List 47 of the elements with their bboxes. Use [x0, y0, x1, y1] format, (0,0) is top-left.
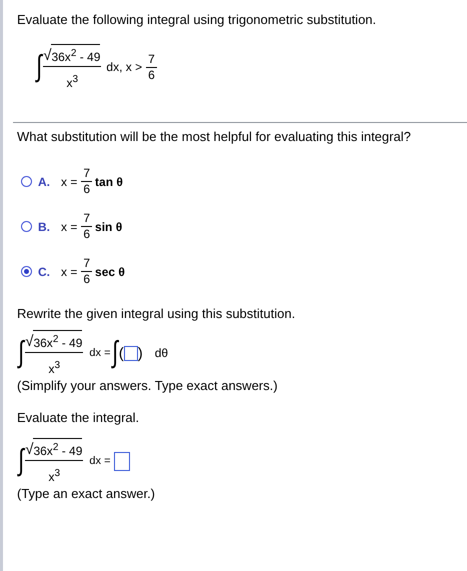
option-lhs: x = [61, 174, 78, 188]
option-lhs: x = [61, 264, 78, 278]
radical-sign: √ [25, 442, 34, 458]
denominator: 6 [83, 227, 90, 241]
radio-button[interactable] [21, 176, 32, 187]
numerator: 7 [81, 167, 92, 182]
numerator: 7 [146, 52, 157, 68]
radicand: 36x$^{2}$ - 49 [33, 438, 82, 458]
prompt-text: Rewrite the given integral using this substitution. [17, 306, 296, 322]
option-function: tan θ [95, 174, 123, 188]
radio-button[interactable] [21, 221, 32, 232]
answer-box[interactable] [114, 452, 130, 470]
differential-text: dx, x > [106, 60, 142, 74]
option-letter: C. [38, 264, 51, 278]
radical-sign: √ [43, 48, 52, 64]
parenthesis: ( [118, 344, 124, 362]
integral-sign: ∫ [36, 50, 42, 84]
integral-sign: ∫ [18, 336, 24, 370]
integral-sign: ∫ [112, 336, 118, 370]
radical-sign: √ [25, 334, 34, 350]
parenthesis: ) [138, 344, 143, 362]
question-text: What substitution will be the most helpful for evaluating this integral? [17, 129, 412, 145]
prompt-text: Evaluate the integral. [17, 410, 140, 426]
differential-text: dθ [154, 346, 168, 360]
hint-text: (Type an exact answer.) [17, 486, 156, 502]
radicand: 36x$^{2}$ - 49 [33, 330, 82, 350]
option-letter: B. [38, 220, 51, 234]
numerator: 7 [81, 257, 92, 272]
numerator: 7 [81, 212, 92, 227]
radio-button[interactable] [21, 266, 32, 277]
option-letter: A. [38, 174, 51, 188]
answer-box[interactable] [124, 346, 138, 360]
equals-text: dx = [89, 347, 110, 359]
denominator: x$^{3}$ [48, 467, 60, 484]
option-lhs: x = [61, 220, 78, 234]
denominator: 6 [83, 272, 90, 286]
option-function: sin θ [95, 220, 122, 234]
instruction-text: Evaluate the following integral using trigonometric substitution. [17, 12, 378, 28]
equals-text: dx = [89, 455, 110, 467]
radicand: 36x$^{2}$ - 49 [51, 44, 100, 64]
hint-text: (Simplify your answers. Type exact answers.) [17, 378, 279, 394]
denominator: x$^{3}$ [48, 359, 60, 376]
option-function: sec θ [95, 264, 125, 278]
denominator: 6 [148, 68, 155, 82]
integral-sign: ∫ [18, 444, 24, 478]
denominator: x$^{3}$ [66, 73, 78, 90]
denominator: 6 [83, 182, 90, 196]
